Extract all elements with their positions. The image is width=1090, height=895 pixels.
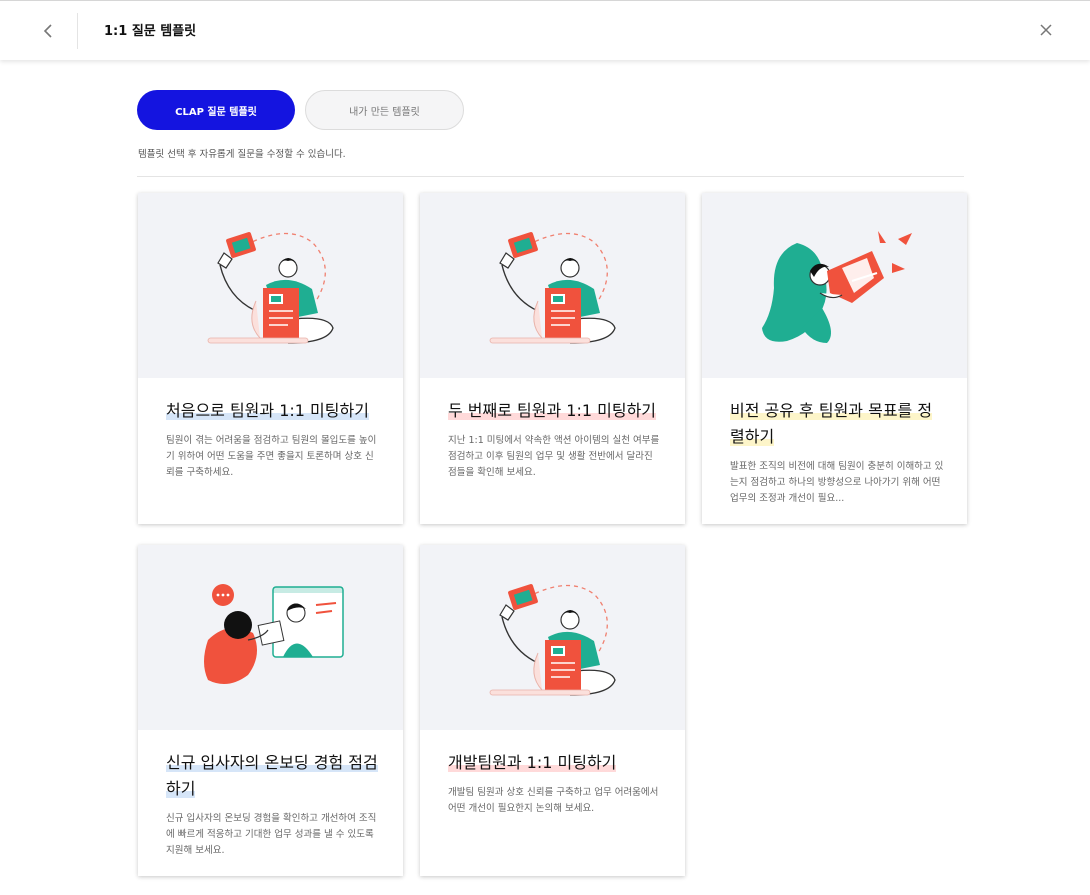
template-card-onboarding-check[interactable]: 신규 입사자의 온보딩 경험 점검하기 신규 입사자의 온보딩 경험을 확인하고…: [138, 545, 403, 876]
chevron-left-icon: [43, 24, 52, 38]
card-title: 신규 입사자의 온보딩 경험 점검하기: [166, 753, 378, 798]
template-card-dev-team-meeting[interactable]: 개발팀원과 1:1 미팅하기 개발팀 팀원과 상호 신뢰를 구축하고 업무 어려…: [420, 545, 685, 876]
video-call-illustration: [204, 584, 344, 684]
card-title: 처음으로 팀원과 1:1 미팅하기: [166, 401, 369, 420]
template-card-first-meeting[interactable]: 처음으로 팀원과 1:1 미팅하기 팀원이 겪는 어려움을 점검하고 팀원의 몰…: [138, 193, 403, 524]
person-holding-document-illustration: [489, 230, 616, 344]
template-card-vision-alignment[interactable]: 비전 공유 후 팀원과 목표를 정렬하기 발표한 조직의 비전에 대해 팀원이 …: [702, 193, 967, 524]
card-illustration: [702, 193, 967, 378]
close-button[interactable]: [1034, 18, 1058, 42]
template-card-second-meeting[interactable]: 두 번째로 팀원과 1:1 미팅하기 지난 1:1 미팅에서 약속한 액션 아이…: [420, 193, 685, 524]
section-divider: [137, 176, 964, 177]
top-bar: 1:1 질문 템플릿: [0, 0, 1090, 60]
card-illustration: [138, 193, 403, 378]
card-title: 두 번째로 팀원과 1:1 미팅하기: [448, 401, 657, 420]
card-title: 개발팀원과 1:1 미팅하기: [448, 753, 617, 772]
card-description: 지난 1:1 미팅에서 약속한 액션 아이템의 실천 여부를 점검하고 이후 팀…: [448, 435, 660, 478]
page-title: 1:1 질문 템플릿: [104, 24, 197, 39]
hint-text: 템플릿 선택 후 자유롭게 질문을 수정할 수 있습니다.: [138, 149, 346, 160]
tab-my-templates[interactable]: 내가 만든 템플릿: [305, 90, 464, 130]
card-description: 개발팀 팀원과 상호 신뢰를 구축하고 업무 어려움에서 어떤 개선이 필요한지…: [448, 787, 659, 814]
card-description: 팀원이 겪는 어려움을 점검하고 팀원의 몰입도를 높이기 위하여 어떤 도움을…: [166, 435, 377, 478]
card-description: 발표한 조직의 비전에 대해 팀원이 충분히 이해하고 있는지 점검하고 하나의…: [730, 461, 944, 504]
card-title: 비전 공유 후 팀원과 목표를 정렬하기: [730, 401, 933, 446]
tab-clap-templates[interactable]: CLAP 질문 템플릿: [137, 90, 295, 130]
header-divider: [77, 13, 78, 49]
card-illustration: [420, 545, 685, 730]
card-description: 신규 입사자의 온보딩 경험을 확인하고 개선하여 조직에 빠르게 적응하고 기…: [166, 813, 377, 856]
close-icon: [1040, 24, 1052, 36]
back-button[interactable]: [34, 17, 62, 45]
person-holding-document-illustration: [207, 230, 334, 344]
person-holding-document-illustration: [489, 582, 616, 696]
card-illustration: [420, 193, 685, 378]
card-illustration: [138, 545, 403, 730]
person-with-megaphone-illustration: [762, 231, 912, 343]
